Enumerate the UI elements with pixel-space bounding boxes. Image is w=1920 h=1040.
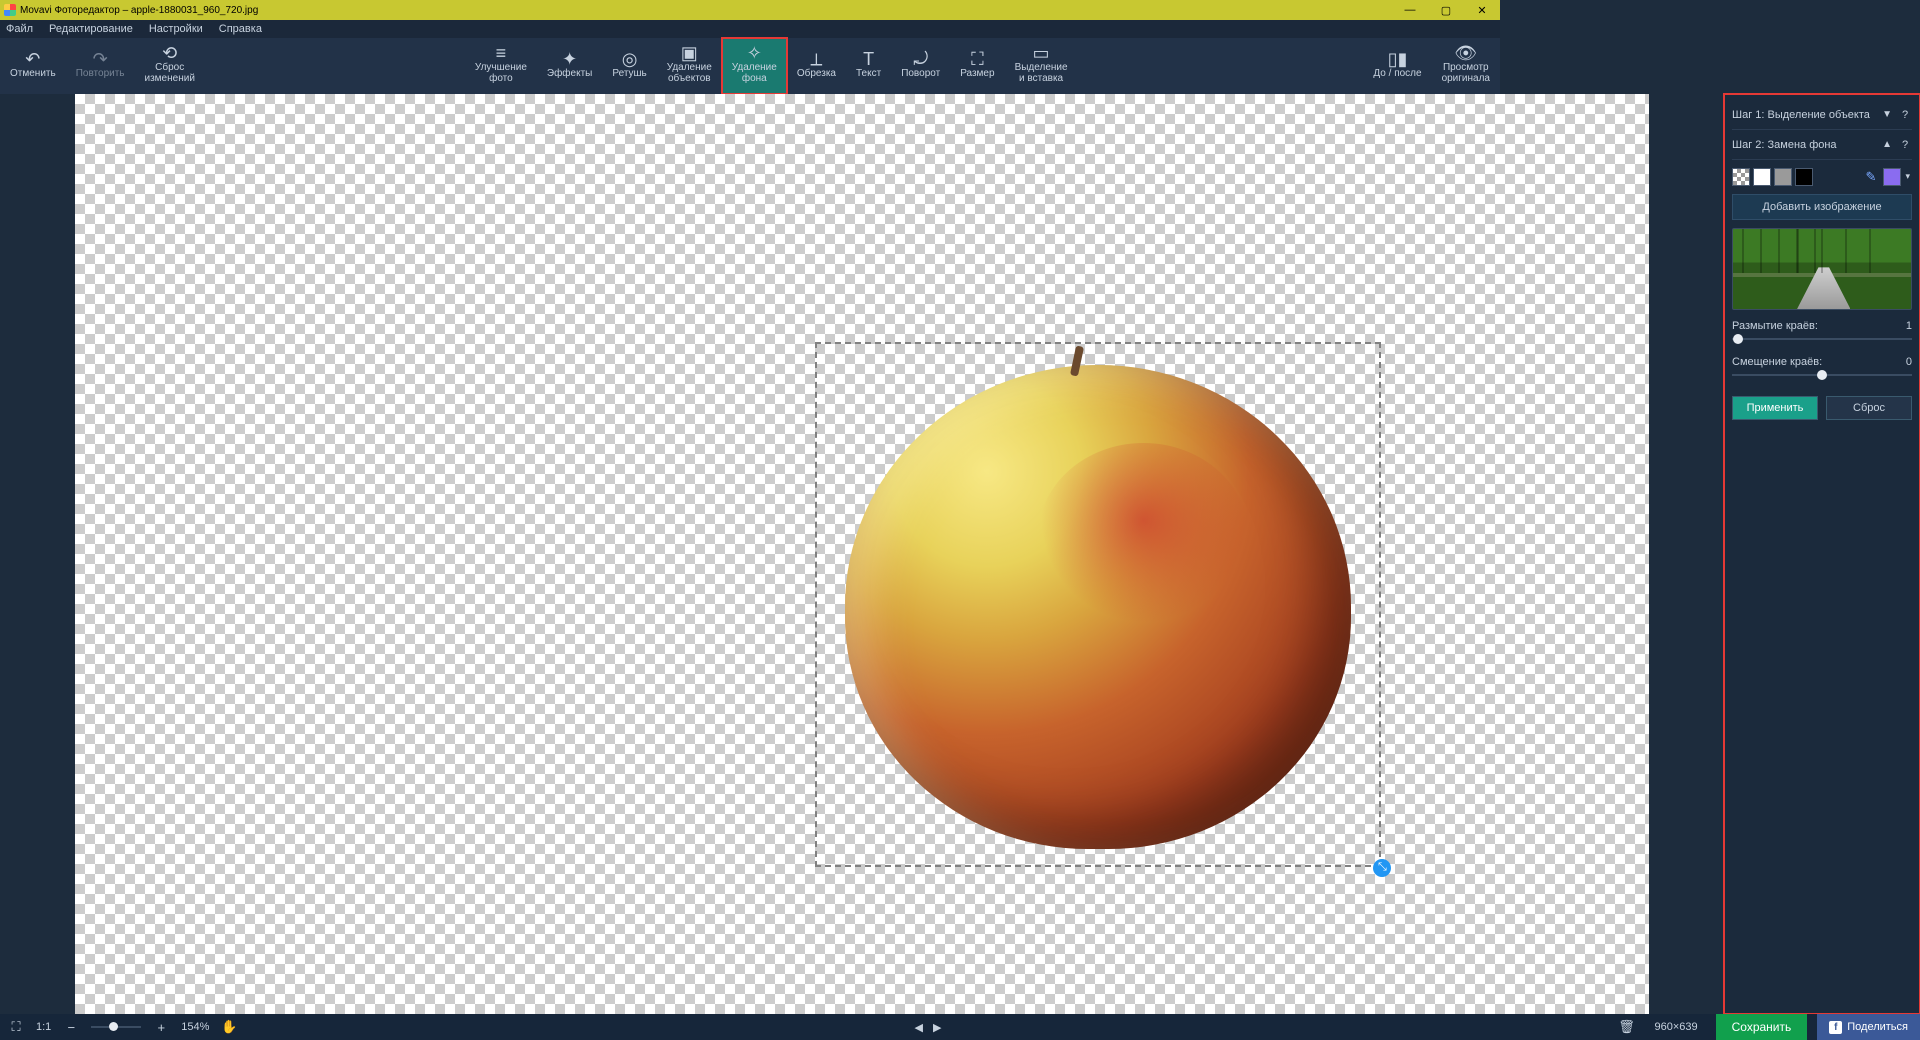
image-canvas[interactable]: ⤡: [75, 94, 1649, 1014]
copy-paste-button[interactable]: ▭Выделение и вставка: [1005, 38, 1078, 94]
prev-image-icon[interactable]: ◀: [914, 1021, 922, 1034]
resize-icon: ⛶: [971, 54, 984, 65]
step2-header[interactable]: Шаг 2: Замена фона ▲ ?: [1732, 130, 1912, 160]
window-close[interactable]: ✕: [1464, 0, 1500, 20]
rotate-icon: ⤾: [913, 54, 928, 65]
redo-icon: ↷: [93, 54, 108, 65]
retouch-button[interactable]: ◎Ретушь: [602, 38, 656, 94]
effects-button[interactable]: ✦Эффекты: [537, 38, 602, 94]
swatch-gray[interactable]: [1774, 168, 1792, 186]
menu-bar: Файл Редактирование Настройки Справка: [0, 20, 1500, 38]
bg-color-swatches: ✎: [1732, 168, 1912, 186]
fullscreen-icon[interactable]: ⛶: [6, 1019, 26, 1035]
scale-1to1[interactable]: 1:1: [36, 1021, 51, 1033]
edge-blur-slider[interactable]: [1732, 332, 1912, 346]
hand-tool-icon[interactable]: ✋: [219, 1019, 239, 1035]
edge-blur-value: 1: [1906, 320, 1912, 332]
swatch-black[interactable]: [1795, 168, 1813, 186]
help-icon[interactable]: ?: [1898, 139, 1912, 151]
window-titlebar: Movavi Фоторедактор – apple-1880031_960_…: [0, 0, 1500, 20]
step1-header[interactable]: Шаг 1: Выделение объекта ▼ ?: [1732, 100, 1912, 130]
next-image-icon[interactable]: ▶: [933, 1021, 941, 1034]
zoom-value: 154%: [181, 1021, 209, 1033]
swatch-white[interactable]: [1753, 168, 1771, 186]
rotate-button[interactable]: ⤾Поворот: [891, 38, 950, 94]
edge-blur-label: Размытие краёв: 1: [1732, 320, 1912, 332]
menu-file[interactable]: Файл: [6, 23, 33, 35]
bg-replace-panel: Шаг 1: Выделение объекта ▼ ? Шаг 2: Заме…: [1724, 94, 1920, 1014]
undo-button[interactable]: ↶Отменить: [0, 38, 66, 94]
resize-button[interactable]: ⛶Размер: [950, 38, 1004, 94]
chevron-down-icon[interactable]: ▼: [1882, 109, 1892, 120]
selection-box[interactable]: ⤡: [815, 342, 1382, 866]
redo-button[interactable]: ↷Повторить: [66, 38, 135, 94]
add-image-button[interactable]: Добавить изображение: [1732, 194, 1912, 220]
text-button[interactable]: TТекст: [846, 38, 891, 94]
retouch-icon: ◎: [622, 54, 638, 65]
help-icon[interactable]: ?: [1898, 109, 1912, 121]
reset-changes-button[interactable]: ⟲Сброс изменений: [135, 38, 205, 94]
edge-shift-value: 0: [1906, 356, 1912, 368]
remove-background-button[interactable]: ✧Удаление фона: [722, 38, 787, 94]
text-icon: T: [863, 54, 874, 65]
menu-edit[interactable]: Редактирование: [49, 23, 133, 35]
edge-shift-slider[interactable]: [1732, 368, 1912, 382]
eye-icon: 👁: [1454, 48, 1477, 59]
facebook-icon: f: [1829, 1021, 1842, 1034]
window-title: Movavi Фоторедактор – apple-1880031_960_…: [20, 5, 258, 16]
window-maximize[interactable]: ▢: [1428, 0, 1464, 20]
reset-button[interactable]: Сброс: [1826, 396, 1912, 420]
chevron-up-icon[interactable]: ▲: [1882, 139, 1892, 150]
image-dimensions: 960×639: [1646, 1021, 1705, 1033]
enhance-button[interactable]: ≡Улучшение фото: [465, 38, 537, 94]
before-after-button[interactable]: ▯▮До / после: [1363, 38, 1431, 94]
canvas-workspace: ⤡: [0, 94, 1724, 1014]
rotate-handle[interactable]: ⤡: [1373, 859, 1391, 877]
status-bar: ⛶ 1:1 − + 154% ✋ ◀ ▶ 🗑 960×639 Сохранить…: [0, 1014, 1920, 1040]
main-toolbar: ↶Отменить ↷Повторить ⟲Сброс изменений ≡У…: [0, 38, 1500, 94]
undo-icon: ↶: [25, 54, 40, 65]
zoom-slider[interactable]: [91, 1026, 141, 1028]
reset-icon: ⟲: [162, 48, 177, 59]
view-original-button[interactable]: 👁Просмотр оригинала: [1432, 38, 1500, 94]
remove-obj-icon: ▣: [681, 48, 698, 59]
color-picker[interactable]: [1883, 168, 1901, 186]
menu-help[interactable]: Справка: [219, 23, 262, 35]
share-button[interactable]: fПоделиться: [1817, 1014, 1920, 1040]
menu-settings[interactable]: Настройки: [149, 23, 203, 35]
remove-objects-button[interactable]: ▣Удаление объектов: [657, 38, 722, 94]
save-button[interactable]: Сохранить: [1716, 1014, 1808, 1040]
app-icon: [4, 4, 16, 16]
zoom-out-icon[interactable]: −: [61, 1020, 81, 1035]
delete-icon[interactable]: 🗑: [1616, 1019, 1636, 1035]
window-minimize[interactable]: —: [1392, 0, 1428, 20]
bg-thumbnail-forest[interactable]: [1732, 228, 1912, 310]
selection-icon: ▭: [1033, 48, 1050, 59]
crop-button[interactable]: ⟂Обрезка: [787, 38, 846, 94]
swatch-transparent[interactable]: [1732, 168, 1750, 186]
eyedropper-icon[interactable]: ✎: [1862, 168, 1880, 186]
edge-shift-label: Смещение краёв: 0: [1732, 356, 1912, 368]
crop-icon: ⟂: [810, 54, 822, 65]
subject-apple: [845, 365, 1351, 849]
remove-bg-icon: ✧: [747, 48, 762, 59]
apply-button[interactable]: Применить: [1732, 396, 1818, 420]
enhance-icon: ≡: [496, 48, 507, 59]
zoom-in-icon[interactable]: +: [151, 1020, 171, 1035]
effects-icon: ✦: [562, 54, 577, 65]
compare-icon: ▯▮: [1388, 54, 1408, 65]
